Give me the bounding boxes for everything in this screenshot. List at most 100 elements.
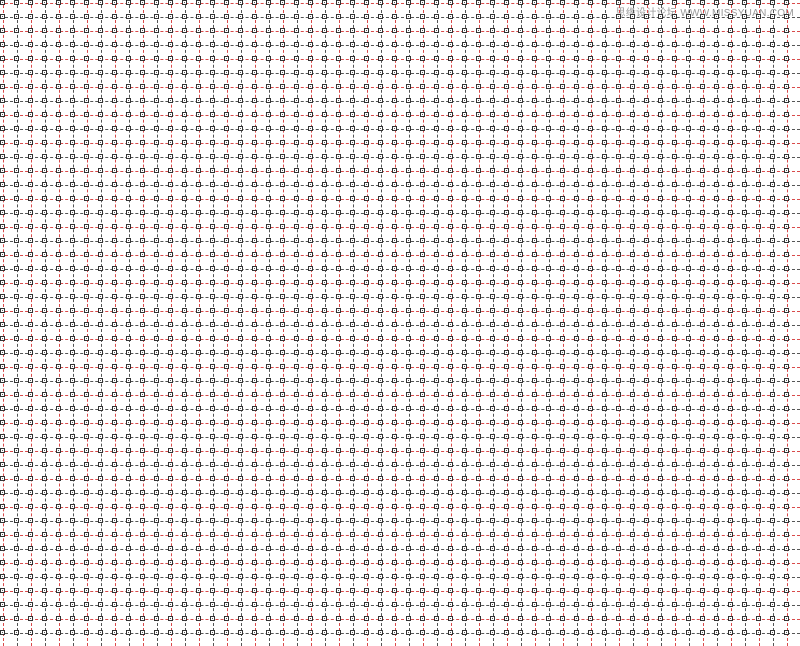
anchor-point[interactable]: [616, 238, 621, 243]
anchor-point[interactable]: [420, 42, 425, 47]
anchor-point[interactable]: [462, 336, 467, 341]
anchor-point[interactable]: [644, 420, 649, 425]
anchor-point[interactable]: [602, 84, 607, 89]
anchor-point[interactable]: [686, 210, 691, 215]
anchor-point[interactable]: [266, 392, 271, 397]
anchor-point[interactable]: [196, 238, 201, 243]
anchor-point[interactable]: [196, 616, 201, 621]
guide-horizontal[interactable]: [0, 395, 800, 396]
anchor-point[interactable]: [28, 0, 33, 5]
anchor-point[interactable]: [756, 98, 761, 103]
anchor-point[interactable]: [784, 322, 789, 327]
anchor-point[interactable]: [434, 84, 439, 89]
anchor-point[interactable]: [336, 140, 341, 145]
anchor-point[interactable]: [616, 490, 621, 495]
anchor-point[interactable]: [112, 266, 117, 271]
anchor-point[interactable]: [154, 490, 159, 495]
anchor-point[interactable]: [266, 602, 271, 607]
anchor-point[interactable]: [784, 602, 789, 607]
guide-horizontal[interactable]: [0, 507, 800, 508]
anchor-point[interactable]: [252, 280, 257, 285]
anchor-point[interactable]: [728, 42, 733, 47]
anchor-point[interactable]: [98, 42, 103, 47]
anchor-point[interactable]: [322, 462, 327, 467]
anchor-point[interactable]: [42, 364, 47, 369]
anchor-point[interactable]: [28, 266, 33, 271]
anchor-point[interactable]: [616, 168, 621, 173]
anchor-point[interactable]: [672, 56, 677, 61]
anchor-point[interactable]: [210, 154, 215, 159]
anchor-point[interactable]: [98, 518, 103, 523]
anchor-point[interactable]: [0, 154, 5, 159]
anchor-point[interactable]: [266, 238, 271, 243]
anchor-point[interactable]: [490, 378, 495, 383]
anchor-point[interactable]: [742, 140, 747, 145]
anchor-point[interactable]: [700, 28, 705, 33]
anchor-point[interactable]: [490, 112, 495, 117]
anchor-point[interactable]: [378, 98, 383, 103]
anchor-point[interactable]: [686, 84, 691, 89]
anchor-point[interactable]: [56, 98, 61, 103]
anchor-point[interactable]: [336, 420, 341, 425]
anchor-point[interactable]: [406, 266, 411, 271]
anchor-point[interactable]: [658, 462, 663, 467]
anchor-point[interactable]: [644, 504, 649, 509]
anchor-point[interactable]: [14, 210, 19, 215]
anchor-point[interactable]: [644, 588, 649, 593]
anchor-point[interactable]: [280, 462, 285, 467]
anchor-point[interactable]: [210, 182, 215, 187]
anchor-point[interactable]: [378, 14, 383, 19]
anchor-point[interactable]: [14, 532, 19, 537]
anchor-point[interactable]: [714, 630, 719, 635]
anchor-point[interactable]: [560, 308, 565, 313]
anchor-point[interactable]: [700, 392, 705, 397]
anchor-point[interactable]: [574, 532, 579, 537]
anchor-point[interactable]: [448, 616, 453, 621]
anchor-point[interactable]: [28, 378, 33, 383]
anchor-point[interactable]: [784, 0, 789, 5]
anchor-point[interactable]: [504, 504, 509, 509]
anchor-point[interactable]: [378, 28, 383, 33]
anchor-point[interactable]: [56, 420, 61, 425]
anchor-point[interactable]: [602, 476, 607, 481]
anchor-point[interactable]: [728, 434, 733, 439]
anchor-point[interactable]: [644, 0, 649, 5]
anchor-point[interactable]: [630, 84, 635, 89]
anchor-point[interactable]: [280, 392, 285, 397]
anchor-point[interactable]: [126, 28, 131, 33]
anchor-point[interactable]: [770, 224, 775, 229]
anchor-point[interactable]: [490, 350, 495, 355]
anchor-point[interactable]: [42, 14, 47, 19]
anchor-point[interactable]: [280, 518, 285, 523]
anchor-point[interactable]: [84, 434, 89, 439]
anchor-point[interactable]: [532, 490, 537, 495]
anchor-point[interactable]: [308, 588, 313, 593]
guide-horizontal[interactable]: [0, 633, 800, 634]
anchor-point[interactable]: [630, 168, 635, 173]
anchor-point[interactable]: [70, 350, 75, 355]
anchor-point[interactable]: [448, 476, 453, 481]
anchor-point[interactable]: [28, 490, 33, 495]
anchor-point[interactable]: [112, 140, 117, 145]
anchor-point[interactable]: [252, 420, 257, 425]
anchor-point[interactable]: [224, 560, 229, 565]
anchor-point[interactable]: [196, 420, 201, 425]
anchor-point[interactable]: [112, 490, 117, 495]
anchor-point[interactable]: [434, 56, 439, 61]
anchor-point[interactable]: [532, 518, 537, 523]
anchor-point[interactable]: [700, 210, 705, 215]
anchor-point[interactable]: [210, 490, 215, 495]
guide-horizontal[interactable]: [0, 269, 800, 270]
anchor-point[interactable]: [238, 196, 243, 201]
anchor-point[interactable]: [420, 602, 425, 607]
anchor-point[interactable]: [294, 210, 299, 215]
anchor-point[interactable]: [224, 70, 229, 75]
anchor-point[interactable]: [686, 364, 691, 369]
anchor-point[interactable]: [154, 112, 159, 117]
anchor-point[interactable]: [364, 294, 369, 299]
anchor-point[interactable]: [532, 266, 537, 271]
anchor-point[interactable]: [28, 364, 33, 369]
anchor-point[interactable]: [490, 98, 495, 103]
anchor-point[interactable]: [602, 322, 607, 327]
anchor-point[interactable]: [154, 518, 159, 523]
